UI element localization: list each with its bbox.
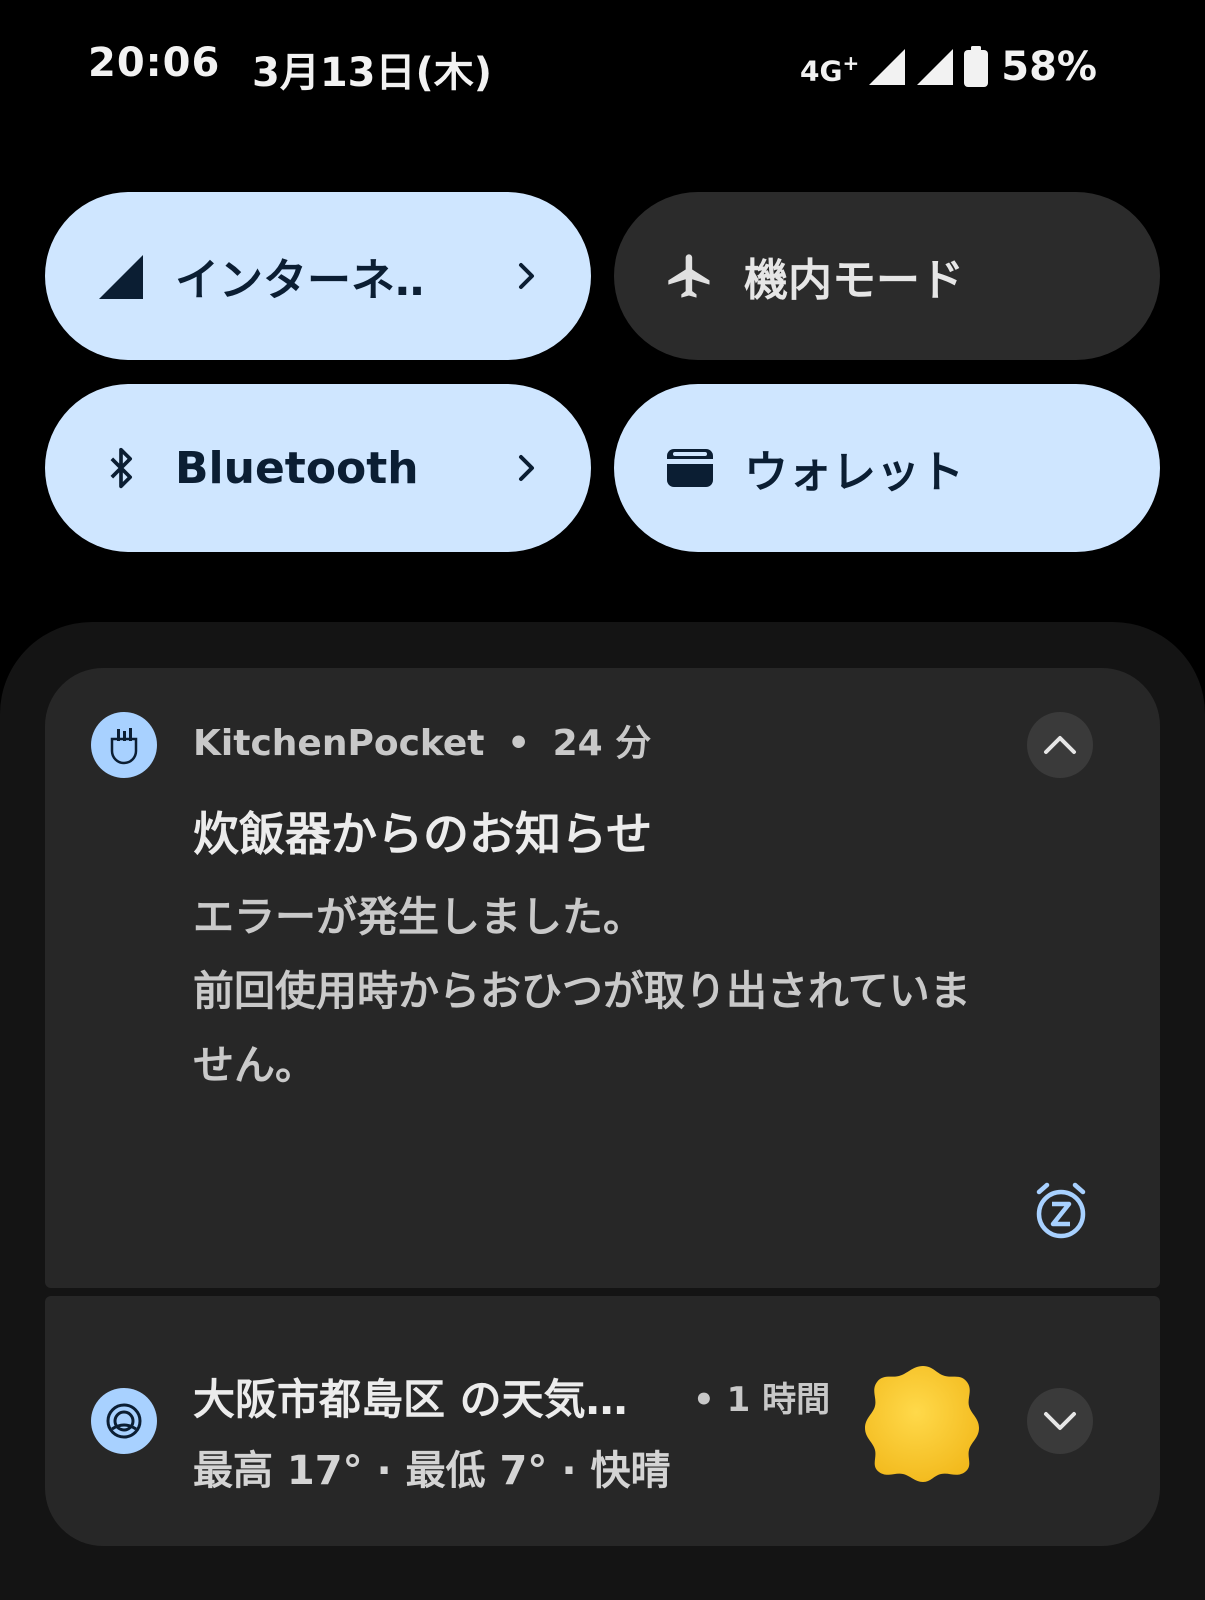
app-name: KitchenPocket — [193, 723, 485, 764]
chevron-down-icon — [1044, 1412, 1076, 1430]
weather-time: • 1 時間 — [693, 1380, 831, 1420]
wallet-icon — [662, 440, 718, 496]
status-time: 20:06 — [88, 40, 221, 86]
tile-bluetooth[interactable]: Bluetooth — [45, 384, 591, 552]
expand-button[interactable] — [1027, 1388, 1093, 1454]
weather-app-icon — [91, 1388, 157, 1454]
battery-icon — [964, 46, 989, 87]
notification-body: エラーが発生しました。 前回使用時からおひつが取り出されていま せん。 — [193, 893, 971, 1089]
notification-weather[interactable]: 大阪市都島区 の天気… • 1 時間 最高 17° · 最低 7° · 快晴 — [45, 1296, 1160, 1546]
signal-strength-icon — [869, 49, 906, 85]
snooze-icon — [1036, 1182, 1086, 1239]
status-icons: 4G+ 58% — [800, 44, 1097, 90]
signal-icon — [93, 248, 149, 304]
network-type: 4G+ — [800, 50, 860, 88]
tile-internet[interactable]: インターネ‥ — [45, 192, 591, 360]
tile-internet-label: インターネ‥ — [175, 255, 425, 306]
collapse-button[interactable] — [1027, 712, 1093, 778]
chevron-up-icon — [1044, 736, 1076, 754]
airplane-icon — [662, 248, 718, 304]
tile-airplane-mode[interactable]: 機内モード — [614, 192, 1160, 360]
snooze-button[interactable] — [1033, 1180, 1089, 1244]
weather-summary: 最高 17° · 最低 7° · 快晴 — [193, 1448, 671, 1494]
kitchenpocket-app-icon — [91, 712, 157, 778]
notification-time: 24 分 — [552, 723, 652, 764]
tile-airplane-label: 機内モード — [744, 255, 964, 306]
weather-title: 大阪市都島区 の天気… — [193, 1375, 628, 1424]
chevron-right-icon — [509, 261, 545, 291]
signal-strength-icon-2 — [917, 49, 954, 85]
tile-bluetooth-label: Bluetooth — [175, 442, 419, 494]
notification-kitchenpocket[interactable]: KitchenPocket • 24 分 炊飯器からのお知らせ エラーが発生しま… — [45, 668, 1160, 1288]
battery-percent: 58% — [1001, 44, 1097, 90]
chevron-right-icon — [509, 453, 545, 483]
notification-header: KitchenPocket • 24 分 — [193, 723, 652, 764]
bluetooth-icon — [93, 440, 149, 496]
tile-wallet-label: ウォレット — [744, 447, 964, 498]
notification-title: 炊飯器からのお知らせ — [193, 807, 653, 861]
status-date: 3月13日(木) — [252, 50, 493, 96]
sunny-icon — [861, 1360, 985, 1488]
tile-wallet[interactable]: ウォレット — [614, 384, 1160, 552]
